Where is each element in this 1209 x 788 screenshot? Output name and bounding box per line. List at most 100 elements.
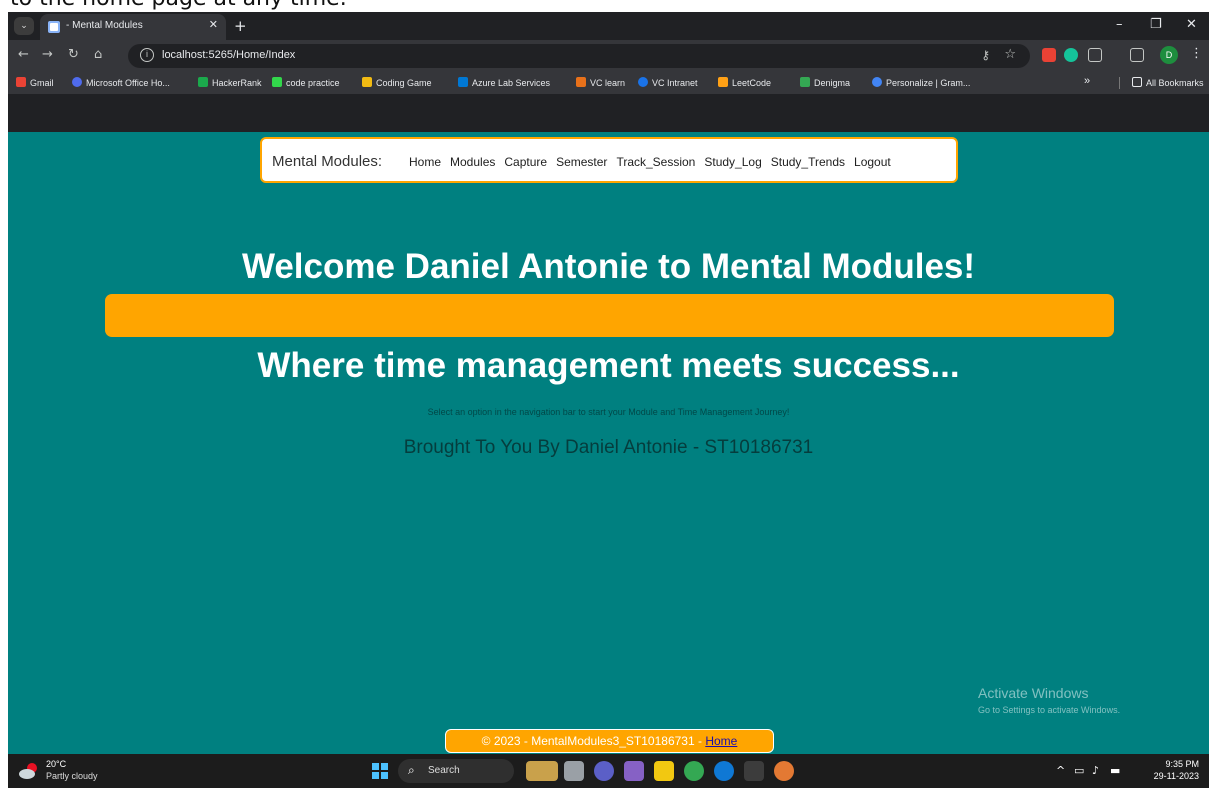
visual-studio-icon[interactable] (624, 761, 644, 781)
close-tab-icon[interactable]: ✕ (209, 18, 218, 31)
minimize-icon[interactable]: – (1116, 17, 1123, 32)
task-view-icon[interactable] (564, 761, 584, 781)
site-brand[interactable]: Mental Modules: (272, 153, 382, 170)
restore-icon[interactable]: ❐ (1150, 17, 1162, 32)
browser-toolbar: ← → ↻ ⌂ i localhost:5265/Home/Index ⚷ ☆ … (8, 40, 1209, 72)
clock-date: 29-11-2023 (1153, 771, 1199, 781)
code-practice-icon (272, 77, 282, 87)
personalize-icon (872, 77, 882, 87)
search-icon: ⌕ (408, 763, 415, 777)
grammarly-icon[interactable] (1064, 48, 1078, 62)
address-bar[interactable]: i localhost:5265/Home/Index ⚷ ☆ (128, 44, 1030, 68)
bookmark-item[interactable]: Gmail (16, 77, 54, 88)
byline-text: Brought To You By Daniel Antonie - ST101… (403, 437, 814, 458)
welcome-heading: Welcome Daniel Antonie to Mental Modules… (241, 247, 976, 286)
side-panel-icon[interactable] (1130, 48, 1144, 62)
instruction-text: Select an option in the navigation bar t… (427, 407, 790, 417)
denigma-icon (800, 77, 810, 87)
extensions-puzzle-icon[interactable] (1088, 48, 1102, 62)
bookmarks-divider (1119, 77, 1120, 89)
nav-links: Home Modules Capture Semester Track_Sess… (409, 155, 891, 169)
forward-icon[interactable]: → (42, 47, 53, 62)
watermark-title: Activate Windows (978, 685, 1089, 701)
weather-description[interactable]: Partly cloudy (46, 771, 98, 781)
tray-overflow-icon[interactable]: ^ (1056, 764, 1065, 777)
nav-link-home[interactable]: Home (409, 155, 441, 169)
password-key-icon[interactable]: ⚷ (981, 48, 990, 62)
tab-list-button[interactable]: ⌄ (14, 17, 34, 35)
network-icon[interactable]: ▭ (1074, 764, 1084, 777)
bookmark-item[interactable]: HackerRank (198, 77, 262, 88)
nav-link-study-trends[interactable]: Study_Trends (771, 155, 845, 169)
nav-link-track-session[interactable]: Track_Session (616, 155, 695, 169)
volume-icon[interactable]: ♪ (1092, 764, 1099, 777)
bookmark-item[interactable]: VC Intranet (638, 77, 698, 88)
gmail-icon (16, 77, 26, 87)
bookmarks-overflow-icon[interactable]: » (1084, 75, 1090, 87)
battery-icon[interactable]: ▬ (1110, 764, 1120, 777)
site-navbar: Mental Modules: Home Modules Capture Sem… (260, 137, 958, 183)
search-label: Search (428, 765, 460, 776)
nav-link-logout[interactable]: Logout (854, 155, 891, 169)
windows-start-icon[interactable] (372, 763, 388, 779)
chrome-icon[interactable] (684, 761, 704, 781)
bookmark-item[interactable]: code practice (272, 77, 340, 88)
nav-link-modules[interactable]: Modules (450, 155, 495, 169)
tagline-heading: Where time management meets success... (257, 346, 960, 385)
url-text[interactable]: localhost:5265/Home/Index (162, 49, 295, 61)
taskbar-search[interactable]: ⌕ Search (398, 759, 514, 783)
new-tab-icon[interactable]: + (234, 17, 247, 35)
page-content: Mental Modules: Home Modules Capture Sem… (8, 132, 1209, 754)
document-text-strip: to the home page at any time. (0, 0, 1209, 12)
bookmark-item[interactable]: Microsoft Office Ho... (72, 77, 170, 88)
back-icon[interactable]: ← (18, 47, 29, 62)
close-window-icon[interactable]: ✕ (1186, 17, 1197, 32)
browser-chrome: ⌄ - Mental Modules ✕ + – ❐ ✕ ← → ↻ ⌂ i l… (8, 12, 1209, 132)
nav-link-capture[interactable]: Capture (504, 155, 547, 169)
vc-learn-icon (576, 77, 586, 87)
hackerrank-icon (198, 77, 208, 87)
weather-cloud-icon[interactable] (18, 760, 40, 782)
home-icon[interactable]: ⌂ (94, 47, 102, 62)
all-bookmarks-folder[interactable]: All Bookmarks (1132, 77, 1204, 88)
tab-bar: ⌄ - Mental Modules ✕ + – ❐ ✕ (8, 12, 1209, 40)
footer-home-link[interactable]: Home (705, 734, 737, 748)
bookmark-star-icon[interactable]: ☆ (1004, 47, 1016, 62)
windows-taskbar: 20°C Partly cloudy ⌕ Search ^ ▭ ♪ ▬ 9:35… (8, 754, 1209, 788)
nav-link-semester[interactable]: Semester (556, 155, 607, 169)
bookmark-item[interactable]: Personalize | Gram... (872, 77, 970, 88)
weather-temperature[interactable]: 20°C (46, 759, 66, 769)
reload-icon[interactable]: ↻ (68, 47, 79, 62)
document-text: to the home page at any time. (10, 0, 347, 11)
bookmark-item[interactable]: Azure Lab Services (458, 77, 550, 88)
footer-text: © 2023 - MentalModules3_ST10186731 - (481, 734, 706, 748)
clock-time: 9:35 PM (1165, 759, 1199, 769)
site-info-icon[interactable]: i (140, 48, 154, 62)
tab-active[interactable]: - Mental Modules ✕ (40, 14, 226, 40)
file-explorer-icon[interactable] (654, 761, 674, 781)
teams-chat-icon[interactable] (594, 761, 614, 781)
menu-kebab-icon[interactable]: ⋮ (1190, 46, 1203, 61)
tab-title: - Mental Modules (66, 20, 143, 31)
bookmark-item[interactable]: Coding Game (362, 77, 432, 88)
page-favicon-icon (48, 21, 60, 33)
bookmark-item[interactable]: LeetCode (718, 77, 771, 88)
watermark-subtitle: Go to Settings to activate Windows. (978, 705, 1121, 715)
vc-intranet-icon (638, 77, 648, 87)
bookmark-item[interactable]: Denigma (800, 77, 850, 88)
extension-icon[interactable] (1042, 48, 1056, 62)
coding-game-icon (362, 77, 372, 87)
leetcode-icon (718, 77, 728, 87)
taskbar-clock[interactable]: 9:35 PM 29-11-2023 (1154, 758, 1199, 782)
azure-icon (458, 77, 468, 87)
nav-link-study-log[interactable]: Study_Log (704, 155, 761, 169)
chrome-canary-icon[interactable] (774, 761, 794, 781)
terminal-icon[interactable] (744, 761, 764, 781)
edge-icon[interactable] (714, 761, 734, 781)
office-icon (72, 77, 82, 87)
orange-divider-bar (105, 294, 1114, 337)
profile-avatar[interactable]: D (1160, 46, 1178, 64)
bookmarks-bar: Gmail Microsoft Office Ho... HackerRank … (8, 72, 1209, 94)
bookmark-item[interactable]: VC learn (576, 77, 625, 88)
widgets-icon[interactable] (526, 761, 558, 781)
